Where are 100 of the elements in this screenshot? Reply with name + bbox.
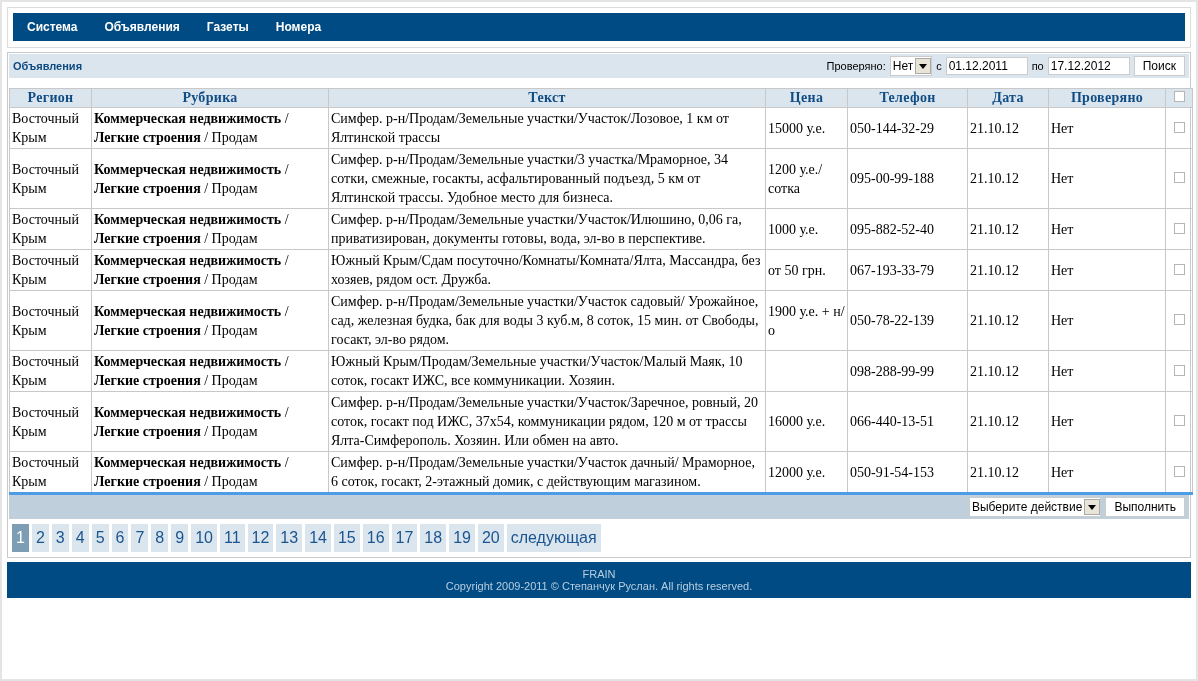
table-cell: Восточный Крым (9, 391, 92, 452)
row-checkbox[interactable] (1173, 222, 1185, 234)
table-cell: 15000 у.е. (765, 107, 848, 149)
table-cell: Восточный Крым (9, 249, 92, 291)
table-cell: Восточный Крым (9, 290, 92, 351)
table-cell: 21.10.12 (967, 107, 1049, 149)
column-header: Рубрика (91, 88, 329, 108)
table-cell: Восточный Крым (9, 107, 92, 149)
select-all-checkbox[interactable] (1173, 91, 1185, 102)
table-cell: Нет (1048, 249, 1166, 291)
page-link[interactable]: 6 (111, 524, 129, 552)
table-cell: Коммерческая недвижимость / Легкие строения / Продам (91, 148, 329, 209)
table-cell: Коммерческая недвижимость / Легкие строения / Продам (91, 249, 329, 291)
table-cell: Симфер. р-н/Продам/Земельные участки/Участок/Лозовое, 1 км от Ялтинской трассы (328, 107, 766, 149)
filter-label: Проверяно: (826, 60, 886, 72)
page-link[interactable]: 12 (247, 524, 274, 552)
date-from-field[interactable]: 01.12.2011 (945, 57, 1028, 75)
page-link[interactable]: 4 (71, 524, 89, 552)
table-cell: Нет (1048, 148, 1166, 209)
table-cell: Симфер. р-н/Продам/Земельные участки/Участок/Заречное, ровный, 20 соток, госакт под ИЖС, 37х54, коммуникации рядом, 120 м от трассы Ялта-Симферополь. Хозяин. Или обмен на авто. (328, 391, 766, 452)
page-link[interactable]: 8 (151, 524, 169, 552)
table-cell: 21.10.12 (967, 208, 1049, 250)
menu-item[interactable]: Номера (269, 20, 335, 34)
table-cell: Нет (1048, 290, 1166, 351)
menu-item[interactable]: Система (21, 20, 91, 34)
row-checkbox[interactable] (1173, 121, 1185, 133)
page-link[interactable]: 17 (391, 524, 418, 552)
caret-icon (1088, 504, 1097, 510)
footer-brand: FRAIN (581, 568, 617, 580)
row-checkbox[interactable] (1173, 172, 1185, 183)
table-cell: 21.10.12 (967, 148, 1049, 209)
table-cell: 066-440-13-51 (847, 391, 968, 452)
table-cell: 1200 у.е./ сотка (765, 148, 848, 209)
table-cell: 095-882-52-40 (847, 208, 968, 250)
table-cell: Коммерческая недвижимость / Легкие строения / Продам (91, 107, 329, 149)
table-cell: Восточный Крым (9, 148, 92, 209)
column-header: Дата (967, 88, 1049, 108)
table-cell: Южный Крым/Сдам посуточно/Комнаты/Комната/Ялта, Массандра, без хозяев, рядом ост. Дружба. (328, 249, 766, 291)
page-link[interactable]: следующая (506, 524, 601, 552)
page-link[interactable]: 9 (171, 524, 189, 552)
from-label: с (936, 60, 942, 72)
row-checkbox[interactable] (1173, 415, 1185, 426)
page-link[interactable]: 5 (91, 524, 109, 552)
table-cell: от 50 грн. (765, 249, 848, 291)
table-cell: 21.10.12 (967, 350, 1049, 392)
table-cell: Нет (1048, 391, 1166, 452)
search-button[interactable]: Поиск (1133, 56, 1185, 76)
table-cell: 050-78-22-139 (847, 290, 968, 351)
row-checkbox[interactable] (1173, 314, 1185, 325)
column-header: Цена (765, 88, 848, 108)
table-cell: 095-00-99-188 (847, 148, 968, 209)
row-checkbox[interactable] (1173, 364, 1185, 376)
column-header: Регион (9, 88, 92, 108)
caret-icon (919, 63, 928, 69)
table-cell: Нет (1048, 107, 1166, 149)
date-to-field[interactable]: 17.12.2012 (1047, 57, 1130, 75)
table-cell: 050-144-32-29 (847, 107, 968, 149)
page-link[interactable]: 19 (449, 524, 475, 552)
panel-title: Объявления (13, 60, 83, 72)
page-link[interactable]: 20 (477, 524, 504, 552)
row-checkbox[interactable] (1173, 263, 1185, 275)
table-cell: 21.10.12 (967, 290, 1049, 351)
table-cell: 067-193-33-79 (847, 249, 968, 291)
action-dropdown[interactable]: Выберите действие (968, 497, 1102, 517)
table-cell: 098-288-99-99 (847, 350, 968, 392)
page-link[interactable]: 18 (420, 524, 447, 552)
table-cell: 16000 у.е. (765, 391, 848, 452)
page-link[interactable]: 15 (333, 524, 360, 552)
page-link[interactable]: 14 (305, 524, 331, 552)
menu-item[interactable]: Объявления (98, 20, 193, 34)
column-header: Текст (328, 88, 766, 108)
table-cell: 1900 у.е. + н/о (765, 290, 848, 351)
page-link[interactable]: 2 (31, 524, 49, 552)
table-cell: Коммерческая недвижимость / Легкие строения / Продам (91, 208, 329, 250)
table-cell: Южный Крым/Продам/Земельные участки/Участок/Малый Маяк, 10 соток, госакт ИЖС, все коммуникации. Хозяин. (328, 350, 766, 392)
table-cell: 1000 у.е. (765, 208, 848, 250)
column-header: Проверяно (1048, 88, 1166, 108)
table-cell: Коммерческая недвижимость / Легкие строения / Продам (91, 391, 329, 452)
footer-copyright: Copyright 2009-2011 © Степанчук Руслан. All rights reserved. (444, 580, 754, 592)
table-cell: Нет (1048, 350, 1166, 392)
row-checkbox[interactable] (1173, 465, 1185, 477)
column-header: Телефон (847, 88, 968, 108)
table-cell: Симфер. р-н/Продам/Земельные участки/Участок садовый/ Урожайное, сад, железная будка, бак для воды 3 куб.м, 8 соток, 15 мин. от Свободы, госакт, эл-во рядом. (328, 290, 766, 351)
verified-dropdown[interactable]: Нет (889, 56, 933, 76)
page-link[interactable]: 13 (276, 524, 303, 552)
page-link[interactable]: 3 (51, 524, 69, 552)
table-cell: Нет (1048, 208, 1166, 250)
menu-item[interactable]: Газеты (200, 20, 262, 34)
table-cell: Симфер. р-н/Продам/Земельные участки/Участок/Илюшино, 0,06 га, приватизирован, документы готовы, вода, эл-во в перспективе. (328, 208, 766, 250)
page-link[interactable]: 10 (191, 524, 217, 552)
page-link[interactable]: 16 (362, 524, 389, 552)
run-button[interactable]: Выполнить (1105, 497, 1185, 517)
table-cell: Коммерческая недвижимость / Легкие строения / Продам (91, 290, 329, 351)
to-label: по (1031, 60, 1044, 72)
table-cell: Восточный Крым (9, 350, 92, 392)
page-link[interactable]: 7 (131, 524, 149, 552)
table-cell: Коммерческая недвижимость / Легкие строения / Продам (91, 350, 329, 392)
page-link[interactable]: 11 (219, 524, 245, 552)
table-cell: 21.10.12 (967, 249, 1049, 291)
table-cell: Симфер. р-н/Продам/Земельные участки/3 участка/Мраморное, 34 сотки, смежные, госакты, асфальтированный подъезд, 5 км от Ялтинской трассы. Удобное место для бизнеса. (328, 148, 766, 209)
